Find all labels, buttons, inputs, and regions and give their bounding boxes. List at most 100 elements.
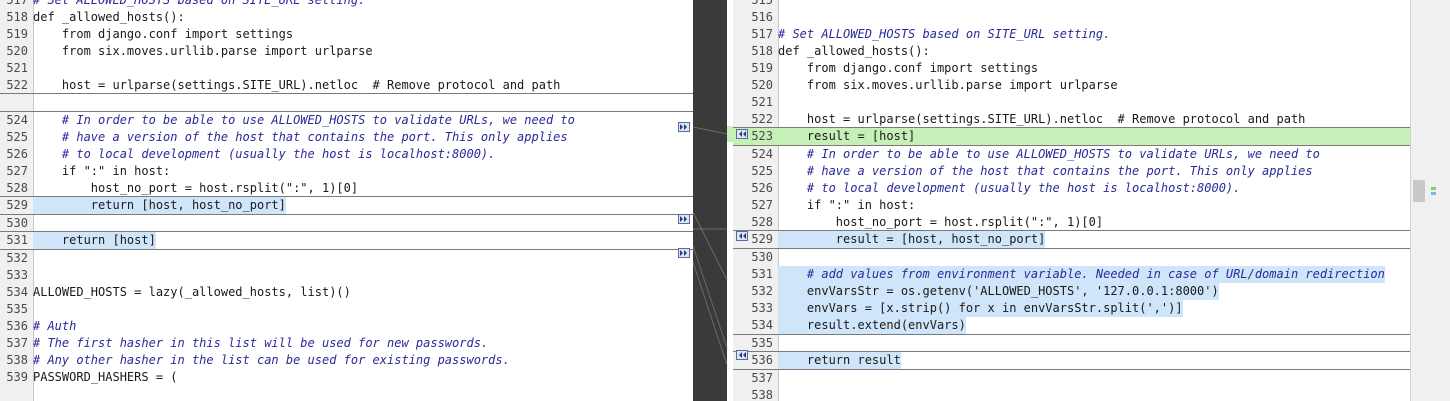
- code-line[interactable]: 531 return [host]: [0, 231, 693, 250]
- code-line[interactable]: 537 # The first hasher in this list will …: [0, 335, 693, 352]
- line-number: 530: [6, 216, 28, 230]
- line-number: 539: [6, 370, 28, 384]
- diff-overview-added-marker: [1431, 187, 1436, 190]
- line-number: 516: [751, 10, 773, 24]
- arrow-right-icon: [680, 124, 687, 130]
- right-editor-pane[interactable]: 515 516 517 # Set ALLOWED_HOSTS based on SI…: [733, 0, 1410, 401]
- code-line[interactable]: [0, 93, 693, 112]
- line-number: 526: [6, 147, 28, 161]
- line-code: return [host]: [33, 232, 156, 249]
- code-line[interactable]: 532 envVarsStr = os.getenv('ALLOWED_HOST…: [733, 283, 1410, 300]
- line-number: 527: [751, 198, 773, 212]
- code-line[interactable]: 539 PASSWORD_HASHERS = (: [0, 369, 693, 386]
- left-editor-pane[interactable]: 517 # Set ALLOWED_HOSTS based on SITE_URL…: [0, 0, 693, 401]
- code-line[interactable]: 526 # to local development (usually the …: [0, 146, 693, 163]
- code-line[interactable]: 516: [733, 9, 1410, 26]
- line-number: 524: [751, 147, 773, 161]
- copy-to-left-button[interactable]: [736, 129, 748, 139]
- line-number: 515: [751, 0, 773, 7]
- code-line[interactable]: 528 host_no_port = host.rsplit(":", 1)[0…: [0, 180, 693, 197]
- line-number: 531: [751, 267, 773, 281]
- line-number: 525: [6, 130, 28, 144]
- copy-to-right-button[interactable]: [678, 122, 690, 132]
- line-code: # In order to be able to use ALLOWED_HOS…: [33, 113, 575, 127]
- line-code: # Auth: [33, 319, 77, 333]
- copy-to-left-button[interactable]: [736, 231, 748, 241]
- code-line[interactable]: 518 def _allowed_hosts():: [733, 43, 1410, 60]
- code-line[interactable]: 521: [0, 60, 693, 77]
- line-number: 517: [6, 0, 28, 7]
- code-line[interactable]: 522 host = urlparse(settings.SITE_URL).n…: [0, 77, 693, 94]
- code-line[interactable]: 519 from django.conf import settings: [0, 26, 693, 43]
- right-scrollbar[interactable]: [1410, 0, 1450, 401]
- code-line[interactable]: 526 # to local development (usually the …: [733, 180, 1410, 197]
- code-line[interactable]: 538 # Any other hasher in the list can be…: [0, 352, 693, 369]
- line-number: 521: [6, 61, 28, 75]
- line-number: 528: [751, 215, 773, 229]
- code-line[interactable]: 525 # have a version of the host that co…: [0, 129, 693, 146]
- line-number: 530: [751, 250, 773, 264]
- code-line[interactable]: 530: [733, 249, 1410, 266]
- diff-overview-modified-marker: [1431, 192, 1436, 195]
- line-number: 519: [6, 27, 28, 41]
- code-line[interactable]: 536 # Auth: [0, 318, 693, 335]
- line-code: result.extend(envVars): [778, 317, 966, 334]
- code-line[interactable]: 529 return [host, host_no_port]: [0, 196, 693, 215]
- line-code: ALLOWED_HOSTS = lazy(_allowed_hosts, lis…: [33, 285, 351, 299]
- line-number: 532: [6, 251, 28, 265]
- code-line[interactable]: 536 return result: [733, 351, 1410, 370]
- code-line[interactable]: 538: [733, 387, 1410, 401]
- code-line[interactable]: 523 result = [host]: [733, 127, 1410, 146]
- code-line[interactable]: 521: [733, 94, 1410, 111]
- code-line[interactable]: 520 from six.moves.urllib.parse import u…: [0, 43, 693, 60]
- code-line[interactable]: 518 def _allowed_hosts():: [0, 9, 693, 26]
- code-line[interactable]: 528 host_no_port = host.rsplit(":", 1)[0…: [733, 214, 1410, 231]
- line-code: envVars = [x.strip() for x in envVarsStr…: [778, 300, 1183, 317]
- copy-to-left-button[interactable]: [736, 350, 748, 360]
- code-line[interactable]: 531 # add values from environment variab…: [733, 266, 1410, 283]
- copy-to-right-button[interactable]: [678, 214, 690, 224]
- code-line[interactable]: 529 result = [host, host_no_port]: [733, 230, 1410, 249]
- code-line[interactable]: 534 result.extend(envVars): [733, 317, 1410, 335]
- line-code: # Set ALLOWED_HOSTS based on SITE_URL se…: [33, 0, 366, 7]
- code-line[interactable]: 532: [0, 250, 693, 267]
- line-code: PASSWORD_HASHERS = (: [33, 370, 178, 384]
- line-code: host_no_port = host.rsplit(":", 1)[0]: [778, 215, 1104, 229]
- code-line[interactable]: 530: [0, 215, 693, 232]
- code-line[interactable]: 527 if ":" in host:: [733, 197, 1410, 214]
- line-code: if ":" in host:: [33, 164, 171, 178]
- copy-to-right-button[interactable]: [678, 248, 690, 258]
- line-number: 519: [751, 61, 773, 75]
- code-line[interactable]: 524 # In order to be able to use ALLOWED…: [0, 112, 693, 129]
- line-number: 536: [6, 319, 28, 333]
- line-number: 520: [6, 44, 28, 58]
- line-code: return [host, host_no_port]: [33, 197, 286, 214]
- line-code: envVarsStr = os.getenv('ALLOWED_HOSTS', …: [778, 283, 1219, 300]
- line-code: # have a version of the host that contai…: [33, 130, 568, 144]
- code-line[interactable]: 517 # Set ALLOWED_HOSTS based on SITE_URL…: [0, 0, 693, 9]
- code-line[interactable]: 535: [0, 301, 693, 318]
- code-line[interactable]: 534 ALLOWED_HOSTS = lazy(_allowed_hosts, …: [0, 284, 693, 301]
- line-code: result = [host, host_no_port]: [778, 231, 1046, 248]
- line-code: # add values from environment variable. …: [778, 266, 1385, 283]
- code-line[interactable]: 527 if ":" in host:: [0, 163, 693, 180]
- code-line[interactable]: 525 # have a version of the host that co…: [733, 163, 1410, 180]
- code-line[interactable]: 517 # Set ALLOWED_HOSTS based on SITE_URL…: [733, 26, 1410, 43]
- code-line[interactable]: 524 # In order to be able to use ALLOWED…: [733, 146, 1410, 163]
- line-number: 529: [6, 198, 28, 212]
- line-number: 538: [6, 353, 28, 367]
- code-line[interactable]: 537: [733, 370, 1410, 387]
- line-number: 525: [751, 164, 773, 178]
- line-number: 537: [751, 371, 773, 385]
- code-line[interactable]: 522 host = urlparse(settings.SITE_URL).n…: [733, 111, 1410, 128]
- code-line[interactable]: 520 from six.moves.urllib.parse import u…: [733, 77, 1410, 94]
- right-scroll-thumb[interactable]: [1413, 180, 1425, 202]
- line-code: result = [host]: [778, 129, 916, 143]
- line-number: 533: [751, 301, 773, 315]
- code-line[interactable]: 535: [733, 335, 1410, 352]
- code-line[interactable]: 533 envVars = [x.strip() for x in envVar…: [733, 300, 1410, 317]
- code-line[interactable]: 515: [733, 0, 1410, 9]
- arrow-left-icon: [739, 233, 746, 239]
- code-line[interactable]: 533: [0, 267, 693, 284]
- code-line[interactable]: 519 from django.conf import settings: [733, 60, 1410, 77]
